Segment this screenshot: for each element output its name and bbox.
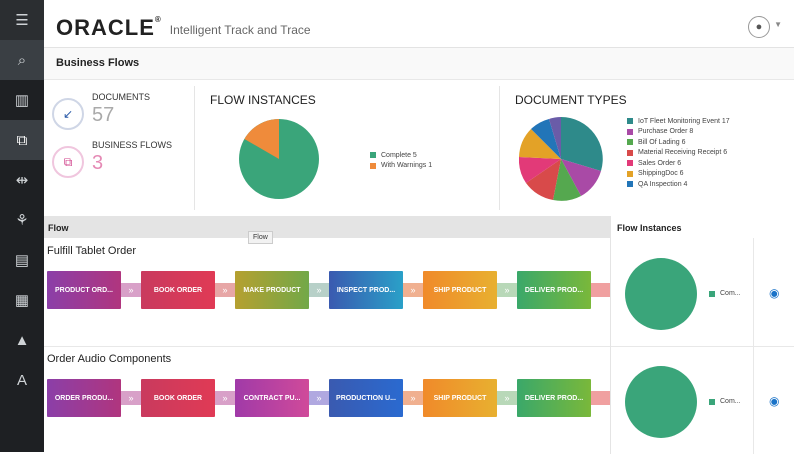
flow-name[interactable]: Fulfill Tablet Order (47, 245, 136, 257)
flow-step[interactable]: SHIP PRODUCT (423, 379, 497, 417)
chevron-right-icon: » (403, 283, 423, 297)
eye-icon[interactable]: ◉ (769, 286, 779, 300)
flow-step[interactable]: BOOK ORDER (141, 379, 215, 417)
document-types-title: DOCUMENT TYPES (515, 93, 627, 107)
documents-label: DOCUMENTS (92, 92, 150, 102)
chevron-right-icon (591, 283, 610, 297)
flow-step[interactable]: INSPECT PROD... (329, 271, 403, 309)
chevron-down-icon[interactable]: ▼ (774, 20, 782, 29)
page-title: Business Flows (56, 57, 140, 69)
instance-legend: Com... (709, 398, 741, 405)
chevron-right-icon: » (497, 391, 517, 405)
legend-swatch (370, 152, 376, 159)
chevron-right-icon: » (215, 391, 235, 405)
legend-swatch (370, 162, 376, 169)
flow-step[interactable]: DELIVER PROD... (517, 379, 591, 417)
chevron-right-icon: » (215, 283, 235, 297)
page-header: Business Flows (44, 48, 794, 80)
flow-name[interactable]: Order Audio Components (47, 353, 171, 365)
translate-icon[interactable]: A (0, 360, 44, 400)
flow-step[interactable]: BOOK ORDER (141, 271, 215, 309)
flow-instances-legend: Complete 5 With Warnings 1 (370, 150, 432, 171)
flow-step[interactable]: MAKE PRODUCT (235, 271, 309, 309)
document-types-legend: IoT Fleet Monitoring Event 17 Purchase O… (627, 116, 730, 190)
chevron-right-icon: » (403, 391, 423, 405)
business-flows-icon[interactable]: ⧉ (0, 120, 44, 160)
document-types-icon[interactable]: ▦ (0, 280, 44, 320)
documents-count: 57 (92, 104, 115, 126)
flow-instances-pie (239, 119, 319, 199)
documents-icon[interactable]: ▤ (0, 240, 44, 280)
sidebar: ☰ ⌕ ▥ ⧉ ⇹ ⚘ ▤ ▦ ▲ A (0, 0, 44, 452)
flow-step[interactable]: PRODUCTION U... (329, 379, 403, 417)
chevron-right-icon: » (121, 283, 141, 297)
app-header: ORACLE® Intelligent Track and Trace ● ▼ (44, 8, 794, 48)
table-row[interactable]: Fulfill Tablet Order PRODUCT ORD... » BO… (44, 238, 610, 346)
search-icon[interactable]: ⌕ (0, 40, 44, 80)
eye-icon[interactable]: ◉ (769, 394, 779, 408)
chevron-right-icon: » (121, 391, 141, 405)
flow-step[interactable]: PRODUCT ORD... (47, 271, 121, 309)
chevron-right-icon: » (309, 391, 329, 405)
instance-legend: Com... (709, 290, 741, 297)
flow-instances-title: FLOW INSTANCES (210, 93, 316, 107)
network-icon[interactable]: ⚘ (0, 200, 44, 240)
flow-designer-icon[interactable]: ⇹ (0, 160, 44, 200)
instance-pie (625, 258, 697, 330)
app-title: Intelligent Track and Trace (169, 22, 311, 37)
oracle-logo: ORACLE® (56, 14, 162, 40)
business-flows-stat[interactable]: ⧉ BUSINESS FLOWS 3 (52, 140, 172, 178)
menu-icon[interactable]: ☰ (0, 0, 44, 40)
flow-step[interactable]: SHIP PRODUCT (423, 271, 497, 309)
flow-instances-cell: Com... ◉ (610, 346, 794, 454)
document-types-pie (519, 117, 603, 201)
warning-icon[interactable]: ▲ (0, 320, 44, 360)
business-flows-label: BUSINESS FLOWS (92, 140, 173, 150)
flow-step[interactable]: ORDER PRODU... (47, 379, 121, 417)
flow-step[interactable]: DELIVER PROD... (517, 271, 591, 309)
chevron-right-icon: » (497, 283, 517, 297)
dashboard-icon[interactable]: ▥ (0, 80, 44, 120)
summary-panel: ↙ DOCUMENTS 57 ⧉ BUSINESS FLOWS 3 FLOW I… (44, 80, 794, 216)
flow-instances-cell: Com... ◉ (610, 238, 794, 346)
chevron-right-icon (591, 391, 610, 405)
chevron-right-icon: » (309, 283, 329, 297)
documents-icon: ↙ (52, 98, 84, 130)
flow-step[interactable]: CONTRACT PU... (235, 379, 309, 417)
instance-pie (625, 366, 697, 438)
business-flows-count: 3 (92, 152, 104, 174)
flow-instances-column-header[interactable]: Flow Instances (610, 216, 794, 238)
documents-stat[interactable]: ↙ DOCUMENTS 57 (52, 92, 150, 130)
flow-column-header[interactable]: Flow (44, 216, 610, 238)
table-row[interactable]: Order Audio Components ORDER PRODU... » … (44, 346, 610, 454)
user-icon[interactable]: ● (748, 16, 770, 38)
business-flows-icon: ⧉ (52, 146, 84, 178)
